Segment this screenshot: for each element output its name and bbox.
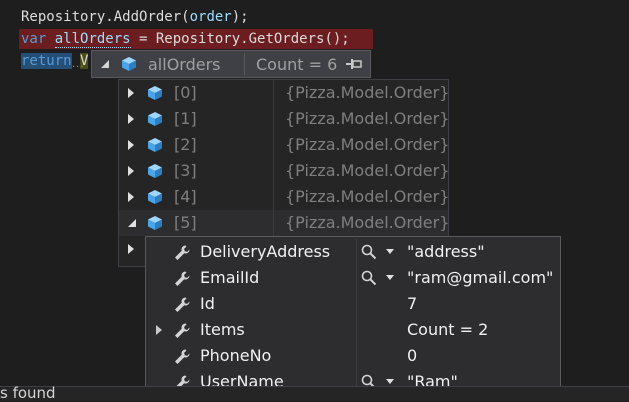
datatip-separator bbox=[244, 53, 245, 75]
magnifier-icon[interactable] bbox=[361, 270, 377, 286]
column-separator bbox=[356, 239, 357, 265]
code-line-add-order: Repository.AddOrder(order); bbox=[21, 7, 249, 27]
array-item-row[interactable]: [4] {Pizza.Model.Order} bbox=[119, 184, 450, 210]
column-separator bbox=[273, 106, 274, 132]
array-item-type: {Pizza.Model.Order} bbox=[285, 135, 450, 154]
property-name: DeliveryAddress bbox=[200, 242, 331, 261]
code-repository: Repository bbox=[21, 9, 106, 25]
cube-icon bbox=[122, 57, 136, 71]
wrench-icon bbox=[175, 271, 190, 286]
column-separator bbox=[356, 265, 357, 291]
property-value: "address" bbox=[407, 242, 485, 261]
cube-icon bbox=[148, 86, 162, 100]
array-item-index: [5] bbox=[174, 213, 197, 232]
datatip-all-orders[interactable]: allOrders Count = 6 bbox=[91, 50, 371, 78]
array-item-type: {Pizza.Model.Order} bbox=[285, 161, 450, 180]
column-separator bbox=[356, 317, 357, 343]
collapse-triangle-icon[interactable] bbox=[100, 59, 110, 69]
bottom-panel bbox=[0, 386, 629, 401]
property-row[interactable]: Id 7 bbox=[146, 291, 560, 317]
property-name: Items bbox=[200, 320, 245, 339]
expand-arrow-icon[interactable] bbox=[128, 244, 134, 254]
array-item-row-selected[interactable]: [5] {Pizza.Model.Order} bbox=[119, 210, 450, 236]
datatip-name: allOrders bbox=[148, 55, 221, 74]
expand-arrow-icon[interactable] bbox=[128, 140, 134, 150]
expand-arrow-icon[interactable] bbox=[156, 325, 162, 335]
array-item-index: [3] bbox=[174, 161, 197, 180]
property-name: Id bbox=[200, 294, 215, 313]
code-all-orders-variable[interactable]: allOrders bbox=[54, 31, 131, 48]
property-value: Count = 2 bbox=[407, 320, 489, 339]
property-name: PhoneNo bbox=[200, 346, 272, 365]
property-value: 0 bbox=[407, 346, 418, 365]
array-item-type: {Pizza.Model.Order} bbox=[285, 83, 450, 102]
ellipsis-indicator: ··· bbox=[72, 62, 85, 73]
bottom-status-text: s found bbox=[0, 384, 56, 402]
column-separator bbox=[273, 80, 274, 106]
property-row[interactable]: PhoneNo 0 bbox=[146, 343, 560, 369]
wrench-icon bbox=[175, 323, 190, 338]
array-item-row[interactable]: [2] {Pizza.Model.Order} bbox=[119, 132, 450, 158]
code-add-order-call: .AddOrder( bbox=[105, 9, 190, 25]
cube-icon bbox=[148, 138, 162, 152]
column-separator bbox=[273, 132, 274, 158]
code-end-paren: ); bbox=[231, 9, 249, 25]
column-separator bbox=[356, 291, 357, 317]
cube-icon bbox=[148, 164, 162, 178]
magnifier-icon[interactable] bbox=[361, 244, 377, 260]
property-row[interactable]: EmailId "ram@gmail.com" bbox=[146, 265, 560, 291]
array-item-row[interactable]: [3] {Pizza.Model.Order} bbox=[119, 158, 450, 184]
datatip-value: Count = 6 bbox=[256, 55, 338, 74]
cube-icon bbox=[148, 216, 162, 230]
wrench-icon bbox=[175, 245, 190, 260]
cube-icon bbox=[148, 112, 162, 126]
code-return-keyword: return bbox=[21, 53, 72, 69]
property-value: "ram@gmail.com" bbox=[407, 268, 554, 287]
column-separator bbox=[273, 158, 274, 184]
array-item-row[interactable]: [0] {Pizza.Model.Order} bbox=[119, 80, 450, 106]
visualizer-dropdown-icon[interactable] bbox=[386, 379, 394, 384]
column-separator bbox=[356, 343, 357, 369]
expand-arrow-icon[interactable] bbox=[128, 192, 134, 202]
array-item-type: {Pizza.Model.Order} bbox=[285, 187, 450, 206]
property-name: EmailId bbox=[200, 268, 260, 287]
array-item-index: [0] bbox=[174, 83, 197, 102]
expand-arrow-icon[interactable] bbox=[128, 114, 134, 124]
array-item-index: [1] bbox=[174, 109, 197, 128]
array-item-row[interactable]: [1] {Pizza.Model.Order} bbox=[119, 106, 450, 132]
visualizer-dropdown-icon[interactable] bbox=[386, 249, 394, 254]
array-item-index: [2] bbox=[174, 135, 197, 154]
wrench-icon bbox=[175, 349, 190, 364]
property-row[interactable]: DeliveryAddress "address" bbox=[146, 239, 560, 265]
code-order-arg: order bbox=[189, 9, 232, 25]
order-properties-popup[interactable]: DeliveryAddress "address" EmailId "ram@g… bbox=[145, 236, 561, 398]
property-row[interactable]: Items Count = 2 bbox=[146, 317, 560, 343]
wrench-icon bbox=[175, 297, 190, 312]
collapse-triangle-icon[interactable] bbox=[127, 218, 137, 228]
column-separator bbox=[273, 184, 274, 210]
code-line-get-orders[interactable]: var allOrders = Repository.GetOrders(); bbox=[21, 29, 350, 49]
code-get-orders-call: = Repository.GetOrders(); bbox=[130, 31, 350, 47]
cube-icon bbox=[148, 190, 162, 204]
array-item-index: [4] bbox=[174, 187, 197, 206]
array-item-type: {Pizza.Model.Order} bbox=[285, 213, 450, 232]
array-item-type: {Pizza.Model.Order} bbox=[285, 109, 450, 128]
code-var-keyword: var bbox=[21, 31, 47, 47]
visualizer-dropdown-icon[interactable] bbox=[386, 275, 394, 280]
property-value: 7 bbox=[407, 294, 418, 313]
pin-icon[interactable] bbox=[346, 57, 364, 71]
column-separator bbox=[273, 210, 274, 236]
expand-arrow-icon[interactable] bbox=[128, 88, 134, 98]
expand-arrow-icon[interactable] bbox=[128, 166, 134, 176]
